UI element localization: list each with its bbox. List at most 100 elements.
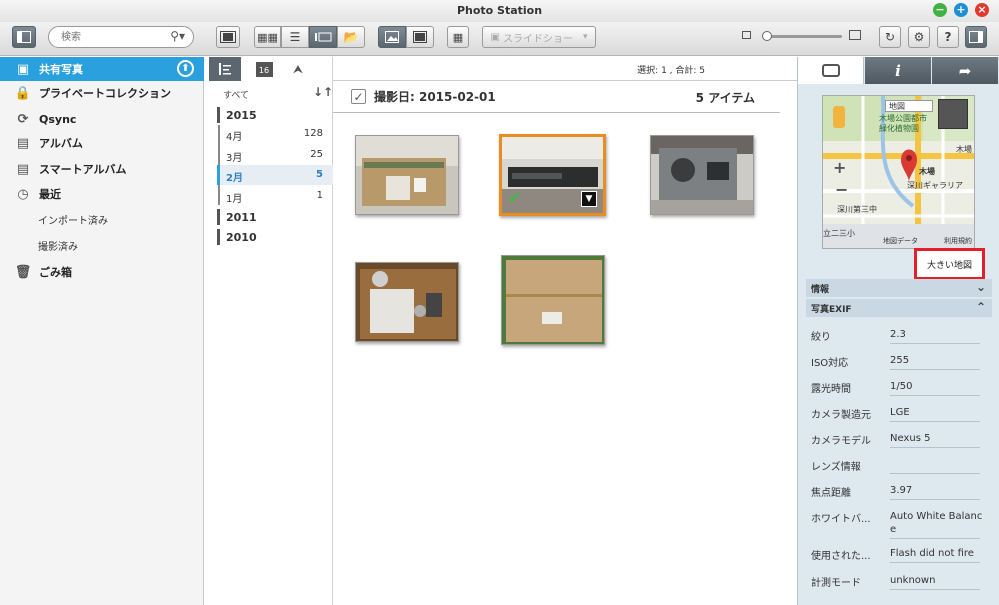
list-icon: ☰ (289, 30, 301, 44)
photo-image (356, 263, 458, 341)
underline (890, 473, 980, 474)
sidebar-item-trash[interactable]: 🗑 ごみ箱 (0, 260, 204, 284)
month-label: 4月 (226, 132, 243, 143)
underline (890, 538, 980, 539)
video-filter-button[interactable] (406, 26, 434, 48)
sidebar-item-private-collection[interactable]: 🔒 プライベートコレクション (0, 81, 204, 105)
sidebar-item-label: ごみ箱 (39, 266, 72, 279)
upload-icon[interactable]: ⬆ (177, 60, 194, 77)
month-count: 5 (316, 169, 323, 180)
close-button[interactable]: × (975, 3, 989, 17)
sidebar-toggle-icon (17, 31, 31, 43)
select-all-checkbox[interactable]: ✓ (351, 89, 366, 104)
tab-timeline[interactable] (209, 57, 241, 81)
timeline-all-link[interactable]: すべて (223, 88, 249, 101)
filmstrip-view-button[interactable] (216, 26, 240, 48)
photo-thumbnail[interactable] (355, 135, 459, 215)
large-map-button[interactable]: 大きい地図 (914, 248, 985, 280)
month-row[interactable]: 3月 25 (217, 145, 333, 165)
zoom-slider-track[interactable] (762, 35, 842, 38)
photo-thumbnail[interactable] (355, 262, 459, 342)
sidebar-item-label: 最近 (39, 188, 61, 201)
sidebar-item-taken[interactable]: 撮影済み (38, 238, 78, 253)
exif-key: カメラモデル (811, 436, 871, 447)
photo-thumbnail[interactable] (650, 135, 754, 215)
zoom-in-icon[interactable] (849, 30, 861, 40)
photo-filter-button[interactable] (378, 26, 406, 48)
tab-calendar[interactable]: 16 (249, 57, 279, 81)
camera-icon (821, 64, 840, 77)
month-row[interactable]: 4月 128 (217, 124, 333, 144)
filmstrip-icon (220, 31, 236, 43)
minimize-button[interactable]: − (933, 3, 947, 17)
select-mode-button[interactable]: ▦ (447, 26, 469, 48)
sidebar-item-album[interactable]: ▤ アルバム (0, 131, 204, 155)
underline (890, 343, 980, 344)
sidebar-item-smart-album[interactable]: ▤ スマートアルバム (0, 157, 204, 181)
underline (890, 369, 980, 370)
smart-album-icon: ▤ (16, 161, 30, 177)
sidebar-item-label: プライベートコレクション (39, 87, 171, 100)
map-zoom-out-button[interactable]: − (835, 180, 848, 199)
search-icon[interactable]: ⚲▾ (170, 29, 185, 43)
sidebar-toggle-button[interactable] (12, 26, 36, 48)
timeline-view-button[interactable] (309, 26, 337, 48)
zoom-out-icon[interactable] (742, 31, 751, 39)
settings-button[interactable]: ⚙ (908, 26, 930, 48)
tab-share[interactable]: ➦ (932, 57, 998, 84)
help-button[interactable]: ? (937, 26, 959, 48)
map-footer-terms[interactable]: 利用規約 (944, 236, 972, 246)
map-label: 木場公園都市 緑化植物園 (879, 114, 927, 133)
sidebar-item-imported[interactable]: インポート済み (38, 212, 108, 227)
year-2011[interactable]: 2011 (226, 211, 257, 224)
exif-value: Flash did not fire (890, 548, 974, 559)
year-2010[interactable]: 2010 (226, 231, 257, 244)
tab-upload-date[interactable]: ⮝ (283, 57, 313, 81)
slideshow-icon: ▣ (490, 31, 500, 43)
photo-menu-dropdown-icon[interactable]: ▼ (581, 191, 597, 207)
timeline-tabs: 16 ⮝ (205, 57, 333, 81)
sidebar-item-label: 共有写真 (39, 63, 83, 76)
date-group-header: ✓ 撮影日: 2015-02-01 (351, 88, 496, 105)
map-pegman-icon[interactable] (833, 106, 845, 128)
maximize-button[interactable]: + (954, 3, 968, 17)
year-marker (217, 229, 220, 245)
photo-thumbnail[interactable] (501, 255, 605, 345)
refresh-button[interactable]: ↻ (879, 26, 901, 48)
search-input[interactable] (61, 30, 165, 44)
month-row-selected[interactable]: 2月 5 (217, 165, 333, 185)
date-group-title: 撮影日: 2015-02-01 (374, 90, 496, 104)
map-type-button[interactable]: 地図 (885, 100, 933, 112)
info-panel-toggle-button[interactable] (965, 26, 987, 48)
map-zoom-in-button[interactable]: + (833, 158, 846, 177)
year-2015[interactable]: 2015 (226, 109, 257, 122)
thumbnail-view-button[interactable]: ▦▦ (254, 26, 281, 48)
exif-key: 露光時間 (811, 384, 851, 395)
exif-key: ISO対応 (811, 358, 849, 369)
exif-key: 焦点距離 (811, 488, 851, 499)
exif-section-header[interactable]: 写真EXIF ⌃ (806, 299, 992, 317)
sidebar-item-qsync[interactable]: ⟳ Qsync (0, 107, 204, 131)
zoom-slider-handle[interactable] (762, 31, 772, 41)
map-label: 深川ギャラリア (907, 181, 963, 190)
sort-order-icon[interactable]: ↓↑ (313, 85, 333, 99)
info-section-header[interactable]: 情報 ⌄ (806, 279, 992, 297)
sidebar-item-recent[interactable]: ◷ 最近 (0, 182, 204, 206)
month-row[interactable]: 1月 1 (217, 186, 333, 206)
lock-icon: 🔒 (14, 85, 32, 101)
search-box[interactable]: ⚲▾ (48, 26, 194, 48)
slideshow-button[interactable]: ▣ スライドショー ▾ (482, 26, 596, 48)
map-satellite-thumbnail[interactable] (938, 99, 968, 129)
photo-grid: ✓ 撮影日: 2015-02-01 5 アイテム ✔ ▼ (333, 82, 797, 605)
month-label: 2月 (226, 173, 243, 184)
sidebar-item-shared-photos[interactable]: ▣ 共有写真 ⬆ (0, 57, 204, 81)
list-view-button[interactable]: ☰ (281, 26, 309, 48)
photo-thumbnail-selected[interactable]: ✔ ▼ (499, 134, 606, 216)
location-map[interactable]: 地図 + − 木場公園都市 緑化植物園 木場 深川ギャラリア 木場 深川第三中 … (822, 95, 975, 249)
folder-view-button[interactable]: 📂 (337, 26, 365, 48)
tab-camera-info[interactable] (798, 57, 864, 84)
photo-image (356, 136, 458, 214)
exif-section-title: 写真EXIF (811, 304, 852, 315)
tab-details[interactable]: i (865, 57, 931, 84)
sidebar-item-label: アルバム (39, 137, 83, 150)
